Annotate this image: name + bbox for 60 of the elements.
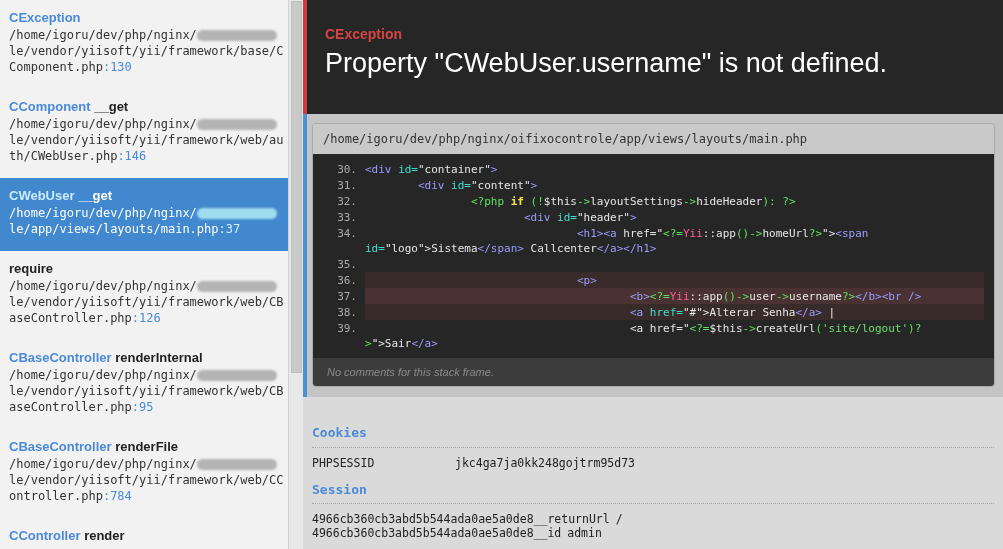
line-number: 37. [336, 288, 358, 304]
frame-function: require [9, 261, 54, 276]
line-number: 30. [336, 161, 358, 177]
data-key: 4966cb360cb3abd5b544ada0ae5a0de8__id [312, 526, 568, 540]
code-line: <div id="container"> [365, 161, 499, 177]
line-number: 32. [336, 193, 358, 209]
frame-function: __get [94, 99, 129, 114]
frame-class: CWebUser [9, 188, 75, 203]
line-number: 39. [336, 320, 358, 337]
section-title: Session [312, 479, 994, 504]
code-line: <?php if (!$this->layoutSettings->hideHeader): ?> [469, 193, 797, 209]
frame-path: /home/igoru/dev/php/nginx/ [9, 456, 197, 472]
code-line: <a href="<?=$this->createUrl('site/logout')?>">Sair</a> [365, 320, 923, 351]
frame-path: /home/igoru/dev/php/nginx/ [9, 278, 197, 294]
frame-class: CBaseController [9, 439, 112, 454]
frame-class: CException [9, 10, 81, 25]
exception-message: Property "CWebUser.username" is not defined. [325, 47, 888, 80]
line-number: 35. [336, 256, 358, 272]
exception-type: CException [325, 25, 403, 43]
stack-frame[interactable]: require /home/igoru/dev/php/nginx/ le/vendor/yiisoft/yii/framework/web/CBaseController.php:126 [0, 251, 288, 340]
line-number: 38. [336, 304, 358, 320]
frame-path: le/vendor/yiisoft/yii/framework/web/CBaseController.php:95 [9, 383, 285, 415]
section-title: Cookies [312, 423, 994, 448]
frame-function: render [84, 528, 125, 543]
line-number: 36. [336, 272, 358, 288]
file-path: /home/igoru/dev/php/nginx/oifixocontrole/app/views/layouts/main.php [313, 124, 994, 154]
frame-comment: No comments for this stack frame. [313, 358, 994, 386]
data-value: / [615, 512, 623, 526]
frame-path: le/vendor/yiisoft/yii/framework/web/CController.php:784 [9, 472, 285, 504]
data-value: jkc4ga7ja0kk248gojtrm95d73 [455, 455, 635, 470]
frame-function: renderFile [115, 439, 179, 454]
frame-path: le/vendor/yiisoft/yii/framework/web/CBaseController.php:126 [9, 294, 285, 326]
line-number: 31. [336, 177, 358, 193]
frame-class: CComponent [9, 99, 91, 114]
code-line: <h1><a href="<?=Yii::app()->homeUrl?>"><span id="logo">Sistema</span> Callcenter</a></h1> [365, 225, 870, 256]
stack-frame[interactable]: CBaseController renderInternal /home/igoru/dev/php/nginx/ le/vendor/yiisoft/yii/framework/web/CBaseController.php:95 [0, 340, 288, 429]
frame-path: /home/igoru/dev/php/nginx/ [9, 205, 197, 221]
code-line: <div id="content"> [417, 177, 539, 193]
stack-frame[interactable]: CException /home/igoru/dev/php/nginx/ le/vendor/yiisoft/yii/framework/base/CComponent.php:130 [0, 0, 288, 89]
stack-frame[interactable]: CBaseController renderFile /home/igoru/dev/php/nginx/ le/vendor/yiisoft/yii/framework/web/CController.php:784 [0, 429, 288, 518]
frame-class: CBaseController [9, 350, 112, 365]
frame-function: __get [78, 188, 113, 203]
frame-path: le/vendor/yiisoft/yii/framework/web/auth/CWebUser.php:146 [9, 132, 285, 164]
frame-path: le/app/views/layouts/main.php:37 [9, 221, 242, 237]
frame-path: /home/igoru/dev/php/nginx/ [9, 116, 197, 132]
frame-function: renderInternal [115, 350, 203, 365]
data-key: 4966cb360cb3abd5b544ada0ae5a0de8__returnUrl [312, 512, 616, 526]
line-number: 33. [336, 209, 358, 225]
stack-frame[interactable]: CComponent __get /home/igoru/dev/php/nginx/ le/vendor/yiisoft/yii/framework/web/auth/CWebUser.php:146 [0, 89, 288, 178]
frame-path: le/vendor/yiisoft/yii/framework/base/CComponent.php:130 [9, 43, 285, 75]
code-line: <div id="header"> [522, 209, 638, 225]
data-key: PHPSESSID [312, 455, 455, 470]
frame-path: /home/igoru/dev/php/nginx/ [9, 367, 197, 383]
stack-frame[interactable]: CWebUser __get /home/igoru/dev/php/nginx/ le/app/views/layouts/main.php:37 [0, 178, 288, 251]
frame-class: CController [9, 528, 81, 543]
stack-frame[interactable]: CController render [0, 518, 288, 549]
line-number: 34. [336, 225, 358, 242]
frame-path: /home/igoru/dev/php/nginx/ [9, 27, 197, 43]
data-value: admin [567, 526, 602, 540]
scrollbar[interactable] [288, 0, 303, 549]
